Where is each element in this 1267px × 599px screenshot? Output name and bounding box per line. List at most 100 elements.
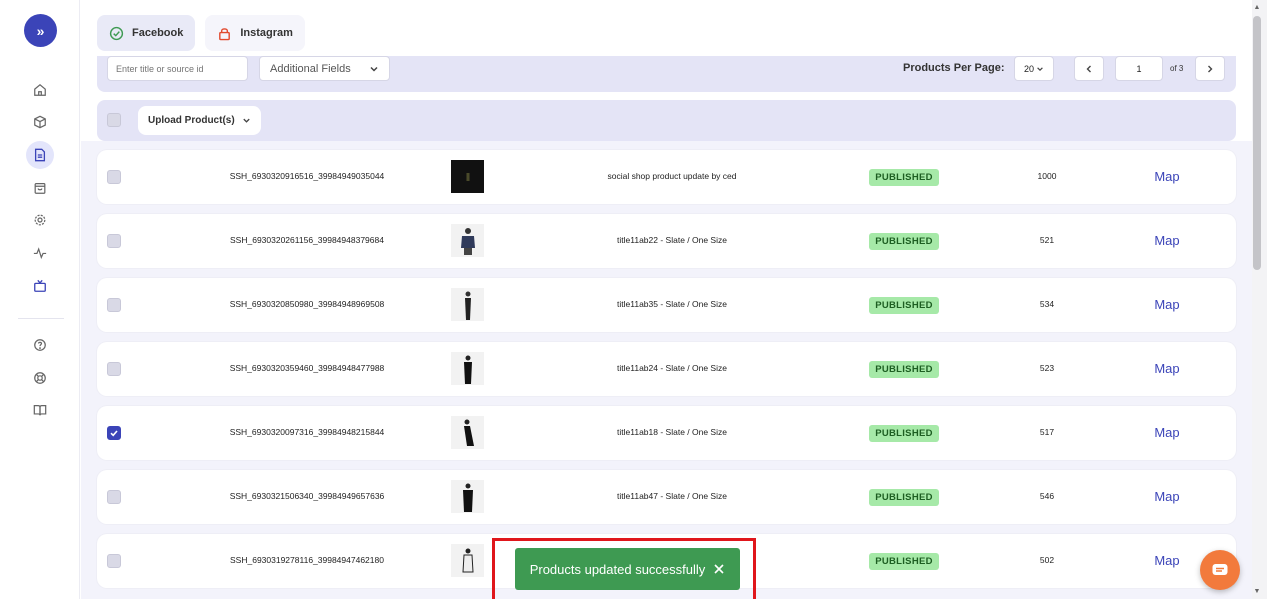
check-circle-icon	[109, 26, 124, 40]
toast-message: Products updated successfully	[529, 561, 706, 577]
map-link[interactable]: Map	[1147, 553, 1187, 568]
tab-label: Instagram	[240, 27, 293, 39]
row-quantity: 534	[1039, 299, 1055, 309]
table-row: SSH_6930320261156_39984948379684 title11…	[97, 214, 1236, 268]
row-title: title11ab47 - Slate / One Size	[617, 491, 727, 501]
checkmark-icon	[110, 430, 118, 437]
row-quantity: 521	[1039, 235, 1055, 245]
row-checkbox[interactable]	[107, 490, 121, 504]
additional-fields-dropdown[interactable]: Additional Fields	[259, 56, 390, 81]
chat-icon	[1212, 564, 1228, 575]
product-image-icon	[462, 483, 473, 512]
status-badge: PUBLISHED	[869, 489, 939, 506]
close-icon[interactable]	[713, 563, 725, 575]
product-image-icon	[463, 419, 474, 446]
row-title: title11ab24 - Slate / One Size	[617, 363, 727, 373]
scroll-up-arrow-icon[interactable]: ▲	[1253, 4, 1261, 12]
chevron-left-icon	[1086, 65, 1091, 72]
next-page-button[interactable]	[1195, 56, 1225, 81]
chevron-down-icon	[242, 118, 250, 123]
home-icon[interactable]	[29, 79, 51, 101]
filter-bar: Additional Fields Products Per Page: 20 …	[97, 56, 1236, 92]
map-link[interactable]: Map	[1147, 297, 1187, 312]
row-quantity: 523	[1039, 363, 1055, 373]
select-all-checkbox[interactable]	[107, 113, 121, 127]
row-checkbox[interactable]	[107, 170, 121, 184]
activity-icon[interactable]	[29, 242, 51, 264]
products-per-page-label: Products Per Page:	[903, 62, 1005, 74]
row-title: title11ab35 - Slate / One Size	[617, 299, 727, 309]
row-sku: SSH_6930320097316_39984948215844	[229, 427, 385, 437]
product-image-icon	[464, 291, 471, 320]
sidebar: »	[0, 0, 80, 599]
row-quantity: 546	[1039, 491, 1055, 501]
per-page-select[interactable]: 20	[1014, 56, 1054, 81]
additional-fields-label: Additional Fields	[270, 62, 351, 75]
product-thumbnail	[451, 288, 484, 321]
row-title: title11ab22 - Slate / One Size	[617, 235, 727, 245]
scrollbar-thumb[interactable]	[1253, 16, 1261, 270]
support-icon[interactable]	[29, 367, 51, 389]
lock-icon	[219, 27, 231, 40]
search-input[interactable]	[107, 56, 248, 81]
tab-facebook[interactable]: Facebook	[97, 15, 196, 51]
expand-sidebar-button[interactable]: »	[24, 14, 57, 47]
page-value: 1	[1136, 63, 1142, 74]
map-link[interactable]: Map	[1147, 233, 1187, 248]
row-checkbox[interactable]	[107, 234, 121, 248]
tv-icon[interactable]	[29, 275, 51, 297]
success-toast: Products updated successfully	[515, 548, 740, 590]
map-link[interactable]: Map	[1147, 169, 1187, 184]
product-list: SSH_6930320916516_39984949035044 social …	[81, 141, 1252, 599]
status-badge: PUBLISHED	[869, 553, 939, 570]
row-title: title11ab18 - Slate / One Size	[617, 427, 727, 437]
product-thumbnail	[451, 416, 484, 449]
product-thumbnail	[451, 160, 484, 193]
main-content: Facebook Instagram Additional Fields Pro…	[81, 0, 1252, 599]
table-row: SSH_6930320916516_39984949035044 social …	[97, 150, 1236, 204]
bulk-action-bar: Upload Product(s)	[97, 100, 1236, 141]
sidebar-divider	[18, 318, 64, 319]
upload-products-dropdown[interactable]: Upload Product(s)	[138, 106, 261, 135]
product-thumbnail	[451, 544, 484, 577]
page-input[interactable]: 1	[1115, 56, 1163, 81]
row-quantity: 1000	[1037, 171, 1057, 181]
row-sku: SSH_6930319278116_39984947462180	[230, 555, 384, 565]
product-image-icon	[463, 355, 472, 384]
map-link[interactable]: Map	[1147, 489, 1187, 504]
document-icon[interactable]	[26, 141, 54, 169]
chat-button[interactable]	[1200, 550, 1240, 590]
book-icon[interactable]	[29, 399, 51, 421]
map-link[interactable]: Map	[1147, 425, 1187, 440]
row-checkbox[interactable]	[107, 362, 121, 376]
tab-instagram[interactable]: Instagram	[205, 15, 305, 51]
row-checkbox[interactable]	[107, 554, 121, 568]
page-count: of 3	[1170, 64, 1184, 73]
table-row: SSH_6930320097316_39984948215844 title11…	[97, 406, 1236, 460]
prev-page-button[interactable]	[1074, 56, 1104, 81]
map-link[interactable]: Map	[1147, 361, 1187, 376]
chevron-right-icon	[1208, 65, 1213, 72]
product-image-icon	[460, 227, 475, 255]
scroll-down-arrow-icon[interactable]: ▼	[1253, 588, 1261, 596]
shopping-bag-icon[interactable]	[29, 177, 51, 199]
row-checkbox[interactable]	[107, 298, 121, 312]
row-sku: SSH_6930321506340_39984949657636	[229, 491, 385, 501]
row-quantity: 517	[1039, 427, 1055, 437]
row-title: social shop product update by ced	[607, 171, 737, 181]
row-sku: SSH_6930320916516_39984949035044	[229, 171, 385, 181]
cube-icon[interactable]	[29, 111, 51, 133]
table-row: SSH_6930320850980_39984948969508 title11…	[97, 278, 1236, 332]
row-sku: SSH_6930320359460_39984948477988	[229, 363, 385, 373]
row-checkbox[interactable]	[107, 426, 121, 440]
settings-icon[interactable]	[29, 209, 51, 231]
row-quantity: 502	[1039, 555, 1055, 565]
status-badge: PUBLISHED	[869, 361, 939, 378]
table-row: SSH_6930321506340_39984949657636 title11…	[97, 470, 1236, 524]
channel-tabs: Facebook Instagram	[97, 15, 305, 51]
row-sku: SSH_6930320261156_39984948379684	[230, 235, 384, 245]
upload-products-label: Upload Product(s)	[148, 115, 235, 126]
status-badge: PUBLISHED	[869, 297, 939, 314]
help-icon[interactable]	[29, 334, 51, 356]
product-image-icon	[466, 172, 469, 181]
